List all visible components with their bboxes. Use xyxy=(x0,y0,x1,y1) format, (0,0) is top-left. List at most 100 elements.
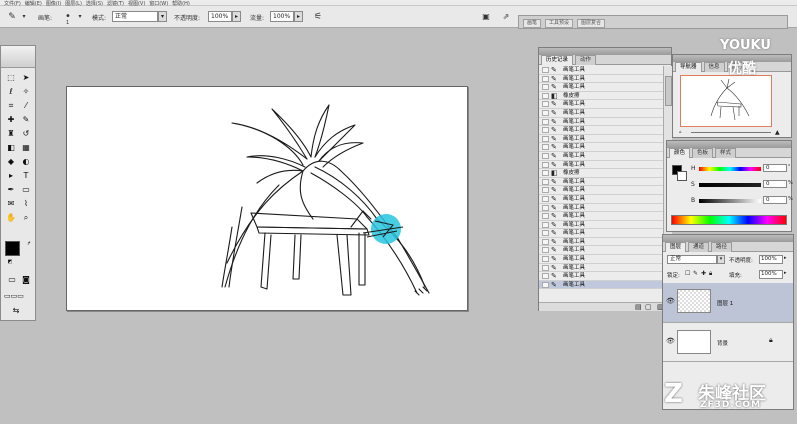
history-row[interactable]: ✎ 画笔工具 xyxy=(539,264,663,273)
opacity-arrow-icon[interactable]: ▸ xyxy=(784,255,787,261)
tab-history[interactable]: 历史记录 xyxy=(541,55,574,65)
history-row[interactable]: ✎ 画笔工具 xyxy=(539,280,663,290)
dodge-icon[interactable]: ◐ xyxy=(19,156,33,168)
tab-styles[interactable]: 样式 xyxy=(715,148,737,158)
history-checkbox[interactable] xyxy=(542,135,549,142)
chevron-down-icon[interactable]: ▾ xyxy=(18,11,30,23)
default-colors-icon[interactable]: ◩ xyxy=(3,256,17,268)
tab-swatches[interactable]: 色板 xyxy=(692,148,714,158)
history-checkbox[interactable] xyxy=(542,213,549,220)
toolbox-header[interactable] xyxy=(1,46,35,68)
history-row[interactable]: ✎ 画笔工具 xyxy=(539,161,663,170)
lock-position-icon[interactable]: ✚ xyxy=(701,270,706,277)
fill-arrow-icon[interactable]: ▸ xyxy=(784,270,787,276)
quickmask-mode-icon[interactable]: ◙ xyxy=(19,274,33,286)
airbrush-icon[interactable]: ⚟ xyxy=(312,11,324,23)
palette-well-tab[interactable]: 画笔 xyxy=(523,19,542,28)
history-row[interactable]: ✎ 画笔工具 xyxy=(539,100,663,109)
color-panel-titlebar[interactable] xyxy=(667,141,791,148)
blur-icon[interactable]: ◆ xyxy=(4,156,18,168)
history-row[interactable]: ◧ 橡皮擦 xyxy=(539,92,663,101)
lock-all-icon[interactable]: 🔒︎ xyxy=(709,270,712,278)
zoom-out-icon[interactable]: ▵ xyxy=(679,129,682,135)
history-checkbox[interactable] xyxy=(542,161,549,168)
slice-icon[interactable]: ⁄ xyxy=(19,100,33,112)
history-row[interactable]: ✎ 画笔工具 xyxy=(539,212,663,221)
history-row[interactable]: ✎ 画笔工具 xyxy=(539,238,663,247)
zoom-icon[interactable]: ⌕ xyxy=(19,212,33,224)
foreground-color-swatch[interactable] xyxy=(5,241,20,256)
history-row[interactable]: ✎ 画笔工具 xyxy=(539,221,663,230)
tab-actions[interactable]: 动作 xyxy=(575,55,597,65)
imageready-icon[interactable]: ⇆ xyxy=(9,305,23,317)
file-browser-icon[interactable]: ▣ xyxy=(480,11,492,23)
history-checkbox[interactable] xyxy=(542,238,549,245)
flow-slider-button[interactable]: ▸ xyxy=(294,11,303,22)
history-row[interactable]: ✎ 画笔工具 xyxy=(539,143,663,152)
history-row[interactable]: ✎ 画笔工具 xyxy=(539,255,663,264)
history-row[interactable]: ✎ 画笔工具 xyxy=(539,229,663,238)
hue-field[interactable]: 0 xyxy=(763,164,787,172)
flow-field[interactable]: 100% xyxy=(270,11,294,22)
marquee-icon[interactable]: ⬚ xyxy=(4,72,18,84)
fill-field[interactable]: 100% xyxy=(759,270,783,279)
layer-row[interactable]: 👁︎ 图层 1 xyxy=(663,283,793,323)
notes-icon[interactable]: ✉ xyxy=(4,198,18,210)
history-row[interactable]: ◧ 橡皮擦 xyxy=(539,169,663,178)
hand-icon[interactable]: ✋ xyxy=(4,212,18,224)
zoom-slider[interactable] xyxy=(691,132,771,133)
navigator-preview[interactable] xyxy=(680,75,772,127)
color-spectrum-bar[interactable] xyxy=(671,215,787,225)
history-row[interactable]: ✎ 画笔工具 xyxy=(539,66,663,75)
shape-icon[interactable]: ▭ xyxy=(19,184,33,196)
eraser-icon[interactable]: ◧ xyxy=(4,142,18,154)
tab-color[interactable]: 颜色 xyxy=(669,148,691,158)
history-checkbox[interactable] xyxy=(542,84,549,91)
new-document-icon[interactable]: ▤ xyxy=(635,303,642,311)
lasso-icon[interactable]: ℓ xyxy=(4,86,18,98)
layers-panel-titlebar[interactable] xyxy=(663,235,793,242)
history-row[interactable]: ✎ 画笔工具 xyxy=(539,272,663,281)
palette-well-tab[interactable]: 工具预设 xyxy=(545,19,574,28)
opacity-slider-button[interactable]: ▸ xyxy=(232,11,241,22)
history-row[interactable]: ✎ 画笔工具 xyxy=(539,195,663,204)
scrollbar-thumb[interactable] xyxy=(665,76,672,106)
gradient-icon[interactable]: ▦ xyxy=(19,142,33,154)
history-panel-titlebar[interactable] xyxy=(539,48,671,55)
history-row[interactable]: ✎ 画笔工具 xyxy=(539,109,663,118)
history-checkbox[interactable] xyxy=(542,101,549,108)
history-checkbox[interactable] xyxy=(542,281,549,288)
layer-opacity-field[interactable]: 100% xyxy=(759,255,783,264)
history-checkbox[interactable] xyxy=(542,204,549,211)
history-checkbox[interactable] xyxy=(542,264,549,271)
history-checkbox[interactable] xyxy=(542,92,549,99)
magic-wand-icon[interactable]: ✧ xyxy=(19,86,33,98)
standard-mode-icon[interactable]: ▭ xyxy=(5,274,19,286)
history-checkbox[interactable] xyxy=(542,256,549,263)
hue-slider[interactable] xyxy=(699,167,761,171)
mode-select[interactable]: 正常 xyxy=(112,11,158,22)
history-row[interactable]: ✎ 画笔工具 xyxy=(539,83,663,92)
history-checkbox[interactable] xyxy=(542,170,549,177)
layer-row[interactable]: 👁︎ 背景 🔒︎ xyxy=(663,324,793,362)
new-snapshot-icon[interactable]: ▢ xyxy=(645,303,652,311)
eye-icon[interactable]: 👁︎ xyxy=(666,297,675,305)
mode-dropdown-button[interactable]: ▾ xyxy=(158,11,167,22)
lock-image-icon[interactable]: ✎ xyxy=(693,270,698,277)
tab-layers[interactable]: 图层 xyxy=(665,242,687,252)
history-checkbox[interactable] xyxy=(542,118,549,125)
brush-icon[interactable]: ✎ xyxy=(19,114,33,126)
palette-well-icon[interactable]: ⇗ xyxy=(500,11,512,23)
history-row[interactable]: ✎ 画笔工具 xyxy=(539,178,663,187)
tab-navigator[interactable]: 导航器 xyxy=(675,62,702,72)
color-bg-swatch[interactable] xyxy=(677,171,687,181)
eyedropper-icon[interactable]: ⌇ xyxy=(19,198,33,210)
history-row[interactable]: ✎ 画笔工具 xyxy=(539,126,663,135)
swap-colors-icon[interactable]: ↱ xyxy=(22,238,36,250)
tab-paths[interactable]: 路径 xyxy=(711,242,733,252)
eye-icon[interactable]: 👁︎ xyxy=(666,337,675,345)
history-checkbox[interactable] xyxy=(542,273,549,280)
history-row[interactable]: ✎ 画笔工具 xyxy=(539,135,663,144)
history-checkbox[interactable] xyxy=(542,221,549,228)
chevron-down-icon[interactable]: ▾ xyxy=(717,255,725,264)
